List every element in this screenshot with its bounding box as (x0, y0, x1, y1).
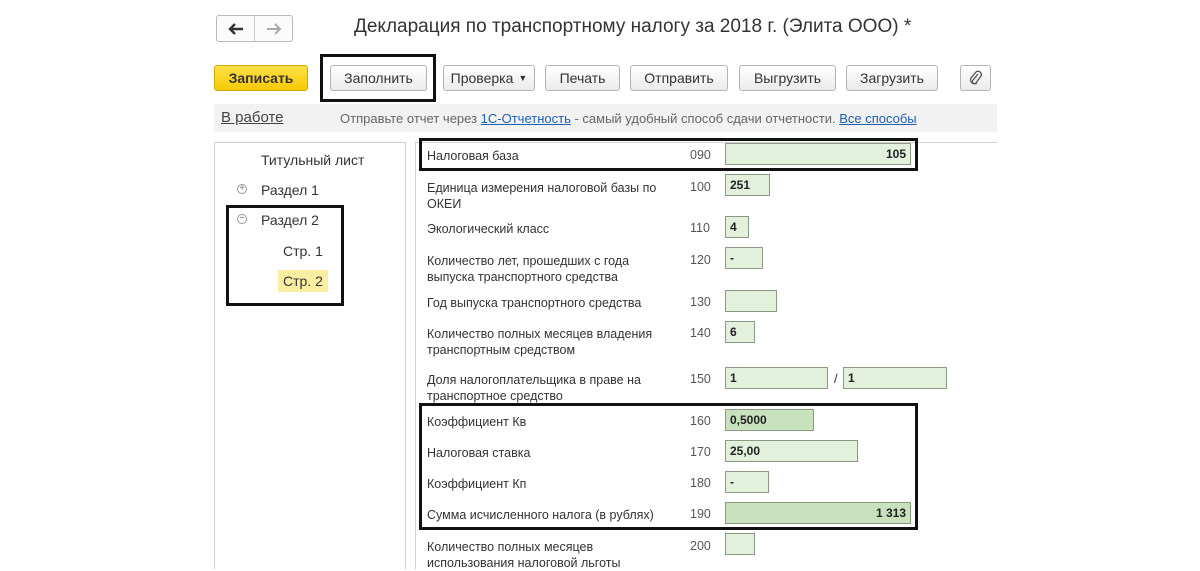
highlight-frame (226, 205, 344, 306)
arrow-left-icon (227, 22, 243, 35)
row-code: 120 (690, 253, 711, 267)
navigation-buttons (216, 15, 293, 42)
status-message-suffix: - самый удобный способ сдачи отчетности. (570, 111, 840, 126)
tax-base-field[interactable]: 105 (725, 143, 911, 165)
reporting-link[interactable]: 1С-Отчетность (481, 111, 571, 126)
status-message-prefix: Отправьте отчет через (340, 111, 481, 126)
status-message: Отправьте отчет через 1С-Отчетность - са… (340, 111, 917, 126)
fill-button[interactable]: Заполнить (330, 65, 427, 91)
row-label: Коэффициент Кп (427, 477, 527, 491)
okei-unit-field[interactable]: 251 (725, 174, 770, 196)
row-code: 160 (690, 414, 711, 428)
row-code: 180 (690, 476, 711, 490)
row-label: Налоговая ставка (427, 446, 531, 460)
expand-icon[interactable]: + (237, 184, 247, 194)
row-label: Сумма исчисленного налога (в рублях) (427, 508, 654, 522)
tree-item-title-sheet[interactable]: Титульный лист (261, 152, 364, 168)
status-bar: В работе Отправьте отчет через 1С-Отчетн… (214, 104, 997, 132)
row-code: 200 (690, 539, 711, 553)
paperclip-icon (969, 70, 982, 85)
row-code: 110 (690, 221, 710, 235)
row-label: Налоговая база (427, 149, 519, 163)
share-denominator-field[interactable]: 1 (843, 367, 947, 389)
tree-item-section1[interactable]: Раздел 1 (261, 182, 319, 198)
row-label: Год выпуска транспортного средства (427, 296, 642, 310)
tax-rate-field[interactable]: 25,00 (725, 440, 858, 462)
send-button[interactable]: Отправить (630, 65, 728, 91)
row-label: Экологический класс (427, 222, 550, 236)
back-button[interactable] (217, 16, 255, 41)
arrow-right-icon (266, 22, 281, 35)
import-button[interactable]: Загрузить (846, 65, 938, 91)
row-label: Количество лет, прошедших с года выпуска… (427, 254, 630, 284)
kv-coefficient-field[interactable]: 0,5000 (725, 409, 814, 431)
save-button[interactable]: Записать (214, 65, 308, 91)
row-code: 130 (690, 295, 711, 309)
row-code: 090 (690, 148, 711, 162)
benefit-months-field[interactable] (725, 533, 755, 555)
share-separator: / (834, 371, 838, 386)
row-code: 190 (690, 507, 711, 521)
forward-button[interactable] (255, 16, 292, 41)
row-code: 140 (690, 326, 711, 340)
export-button[interactable]: Выгрузить (739, 65, 836, 91)
share-numerator-field[interactable]: 1 (725, 367, 828, 389)
row-label: Единица измерения налоговой базы по ОКЕИ (427, 181, 657, 211)
divider (415, 142, 416, 569)
page-title: Декларация по транспортному налогу за 20… (354, 16, 912, 37)
row-label: Коэффициент Кв (427, 415, 527, 429)
ownership-months-field[interactable]: 6 (725, 321, 755, 343)
issue-year-field[interactable] (725, 290, 777, 312)
attach-button[interactable] (960, 65, 991, 91)
row-label: Количество полных месяцев владения транс… (427, 327, 653, 357)
check-label: Проверка (450, 70, 514, 86)
all-ways-link[interactable]: Все способы (839, 111, 916, 126)
row-code: 100 (690, 180, 711, 194)
row-code: 170 (690, 445, 711, 459)
status-link[interactable]: В работе (221, 109, 284, 126)
eco-class-field[interactable]: 4 (725, 216, 749, 238)
row-code: 150 (690, 372, 711, 386)
dropdown-arrow-icon: ▼ (518, 73, 528, 83)
row-label: Количество полных месяцев использования … (427, 540, 621, 570)
vehicle-age-field[interactable]: - (725, 247, 763, 269)
kp-coefficient-field[interactable]: - (725, 471, 769, 493)
row-label: Доля налогоплательщика в праве на трансп… (427, 373, 641, 403)
calculated-tax-field[interactable]: 1 313 (725, 502, 911, 524)
check-dropdown-button[interactable]: Проверка ▼ (443, 65, 535, 91)
print-button[interactable]: Печать (545, 65, 620, 91)
